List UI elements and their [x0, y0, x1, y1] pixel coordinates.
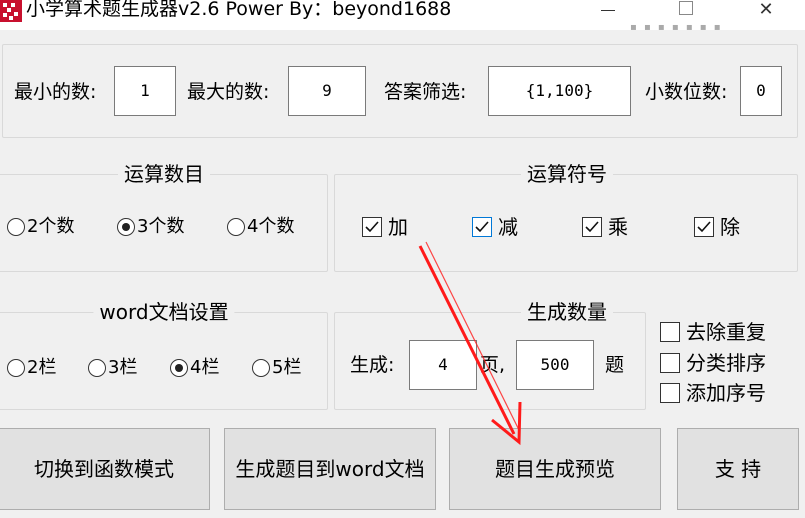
generate-label: 生成: — [350, 354, 395, 376]
radio-2-columns-label: 2栏 — [27, 357, 57, 378]
operators-title: 运算符号 — [521, 162, 613, 186]
preview-label: 题目生成预览 — [495, 457, 615, 481]
check-sort[interactable]: 分类排序 — [660, 351, 780, 375]
check-add-label: 加 — [388, 215, 408, 239]
check-divide-label: 除 — [720, 215, 740, 239]
check-add-box — [362, 217, 382, 237]
generate-word-label: 生成题目到word文档 — [235, 457, 425, 481]
pages-suffix-label: 页, — [480, 354, 506, 376]
check-divide-box — [694, 217, 714, 237]
radio-3-columns-dot — [88, 359, 106, 377]
min-number-label: 最小的数: — [14, 81, 97, 103]
check-sort-box — [660, 353, 680, 373]
check-numbering-box — [660, 383, 680, 403]
radio-3-columns-label: 3栏 — [108, 357, 138, 378]
check-multiply[interactable]: 乘 — [582, 215, 642, 239]
pages-input[interactable]: 4 — [409, 340, 477, 390]
clipped-text-fragment: ▪ ▪ ▪ ▪ ▪ ▪ ▪ — [630, 22, 723, 32]
check-multiply-box — [582, 217, 602, 237]
answer-filter-label: 答案筛选: — [384, 81, 467, 103]
radio-4-numbers-dot — [227, 218, 245, 236]
radio-2-numbers-dot — [7, 218, 25, 236]
radio-2-numbers[interactable]: 2个数 — [7, 215, 91, 239]
max-number-label: 最大的数: — [187, 81, 270, 103]
check-dedupe-box — [660, 322, 680, 342]
decimal-places-label: 小数位数: — [645, 81, 728, 103]
radio-4-columns-dot — [170, 359, 188, 377]
radio-5-columns[interactable]: 5栏 — [252, 356, 322, 380]
word-settings-title: word文档设置 — [93, 300, 235, 324]
radio-3-numbers[interactable]: 3个数 — [117, 215, 201, 239]
check-dedupe[interactable]: 去除重复 — [660, 320, 780, 344]
generate-word-button[interactable]: 生成题目到word文档 — [224, 428, 436, 510]
check-sort-label: 分类排序 — [686, 351, 766, 375]
max-number-input[interactable]: 9 — [288, 66, 366, 116]
radio-4-columns-label: 4栏 — [190, 357, 220, 378]
radio-5-columns-label: 5栏 — [272, 357, 302, 378]
support-button[interactable]: 支 持 — [677, 428, 799, 510]
check-numbering[interactable]: 添加序号 — [660, 381, 780, 405]
decimal-places-input[interactable]: 0 — [740, 66, 782, 116]
switch-function-mode-button[interactable]: 切换到函数模式 — [0, 428, 210, 510]
quantity-title: 生成数量 — [521, 300, 613, 324]
radio-4-columns[interactable]: 4栏 — [170, 356, 240, 380]
questions-suffix-label: 题 — [605, 354, 625, 376]
window-title: 小学算术题生成器v2.6 Power By：beyond1688 — [26, 0, 452, 20]
maximize-icon — [679, 1, 693, 15]
switch-function-mode-label: 切换到函数模式 — [34, 457, 174, 481]
radio-3-numbers-dot — [117, 218, 135, 236]
check-add[interactable]: 加 — [362, 215, 422, 239]
maximize-button[interactable] — [666, 0, 706, 24]
minimize-button[interactable] — [588, 0, 628, 24]
close-button[interactable]: ✕ — [746, 0, 786, 24]
questions-input[interactable]: 500 — [516, 340, 594, 390]
check-numbering-label: 添加序号 — [686, 381, 766, 405]
app-icon — [0, 0, 22, 22]
support-label: 支 持 — [714, 457, 762, 481]
radio-4-numbers-label: 4个数 — [247, 216, 295, 237]
radio-3-numbers-label: 3个数 — [137, 216, 185, 237]
preview-button[interactable]: 题目生成预览 — [449, 428, 661, 510]
check-dedupe-label: 去除重复 — [686, 320, 766, 344]
operand-count-title: 运算数目 — [118, 162, 210, 186]
answer-filter-input[interactable]: {1,100} — [488, 66, 631, 116]
check-divide[interactable]: 除 — [694, 215, 754, 239]
radio-4-numbers[interactable]: 4个数 — [227, 215, 311, 239]
radio-2-columns-dot — [7, 359, 25, 377]
radio-5-columns-dot — [252, 359, 270, 377]
check-subtract[interactable]: 减 — [472, 215, 532, 239]
minimize-icon — [601, 10, 615, 11]
close-icon: ✕ — [758, 0, 774, 20]
min-number-input[interactable]: 1 — [114, 66, 176, 116]
check-subtract-box — [472, 217, 492, 237]
check-multiply-label: 乘 — [608, 215, 628, 239]
radio-2-columns[interactable]: 2栏 — [7, 356, 77, 380]
radio-2-numbers-label: 2个数 — [27, 216, 75, 237]
check-subtract-label: 减 — [498, 215, 518, 239]
radio-3-columns[interactable]: 3栏 — [88, 356, 158, 380]
